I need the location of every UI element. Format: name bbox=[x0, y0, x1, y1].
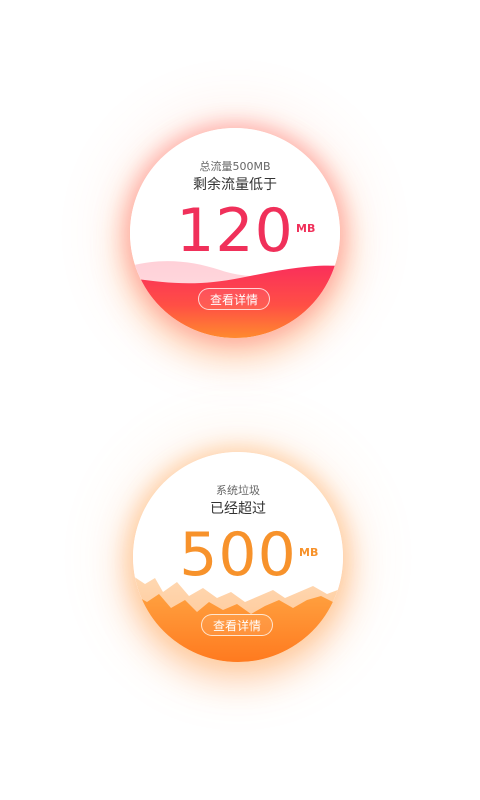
system-junk-details-button[interactable]: 查看详情 bbox=[201, 614, 273, 636]
page: 总流量500MB 剩余流量低于 120 MB 查看详情 系统垃圾 已经超过 50… bbox=[0, 0, 480, 800]
system-junk-value-row: 500 MB bbox=[133, 520, 343, 590]
data-usage-circle: 总流量500MB 剩余流量低于 120 MB 查看详情 bbox=[130, 128, 340, 338]
data-usage-unit: MB bbox=[296, 222, 316, 235]
data-usage-widget: 总流量500MB 剩余流量低于 120 MB 查看详情 bbox=[130, 128, 340, 338]
data-usage-details-button[interactable]: 查看详情 bbox=[198, 288, 270, 310]
system-junk-title: 已经超过 bbox=[210, 501, 266, 517]
system-junk-value: 500 bbox=[179, 520, 297, 590]
system-junk-circle: 系统垃圾 已经超过 500 MB 查看详情 bbox=[133, 452, 343, 662]
data-usage-subtitle: 总流量500MB bbox=[199, 160, 271, 173]
system-junk-subtitle: 系统垃圾 bbox=[216, 484, 260, 497]
data-usage-value: 120 bbox=[176, 196, 294, 266]
system-junk-unit: MB bbox=[299, 546, 319, 559]
data-usage-value-row: 120 MB bbox=[130, 196, 340, 266]
system-junk-widget: 系统垃圾 已经超过 500 MB 查看详情 bbox=[133, 452, 343, 662]
data-usage-title: 剩余流量低于 bbox=[193, 177, 277, 193]
